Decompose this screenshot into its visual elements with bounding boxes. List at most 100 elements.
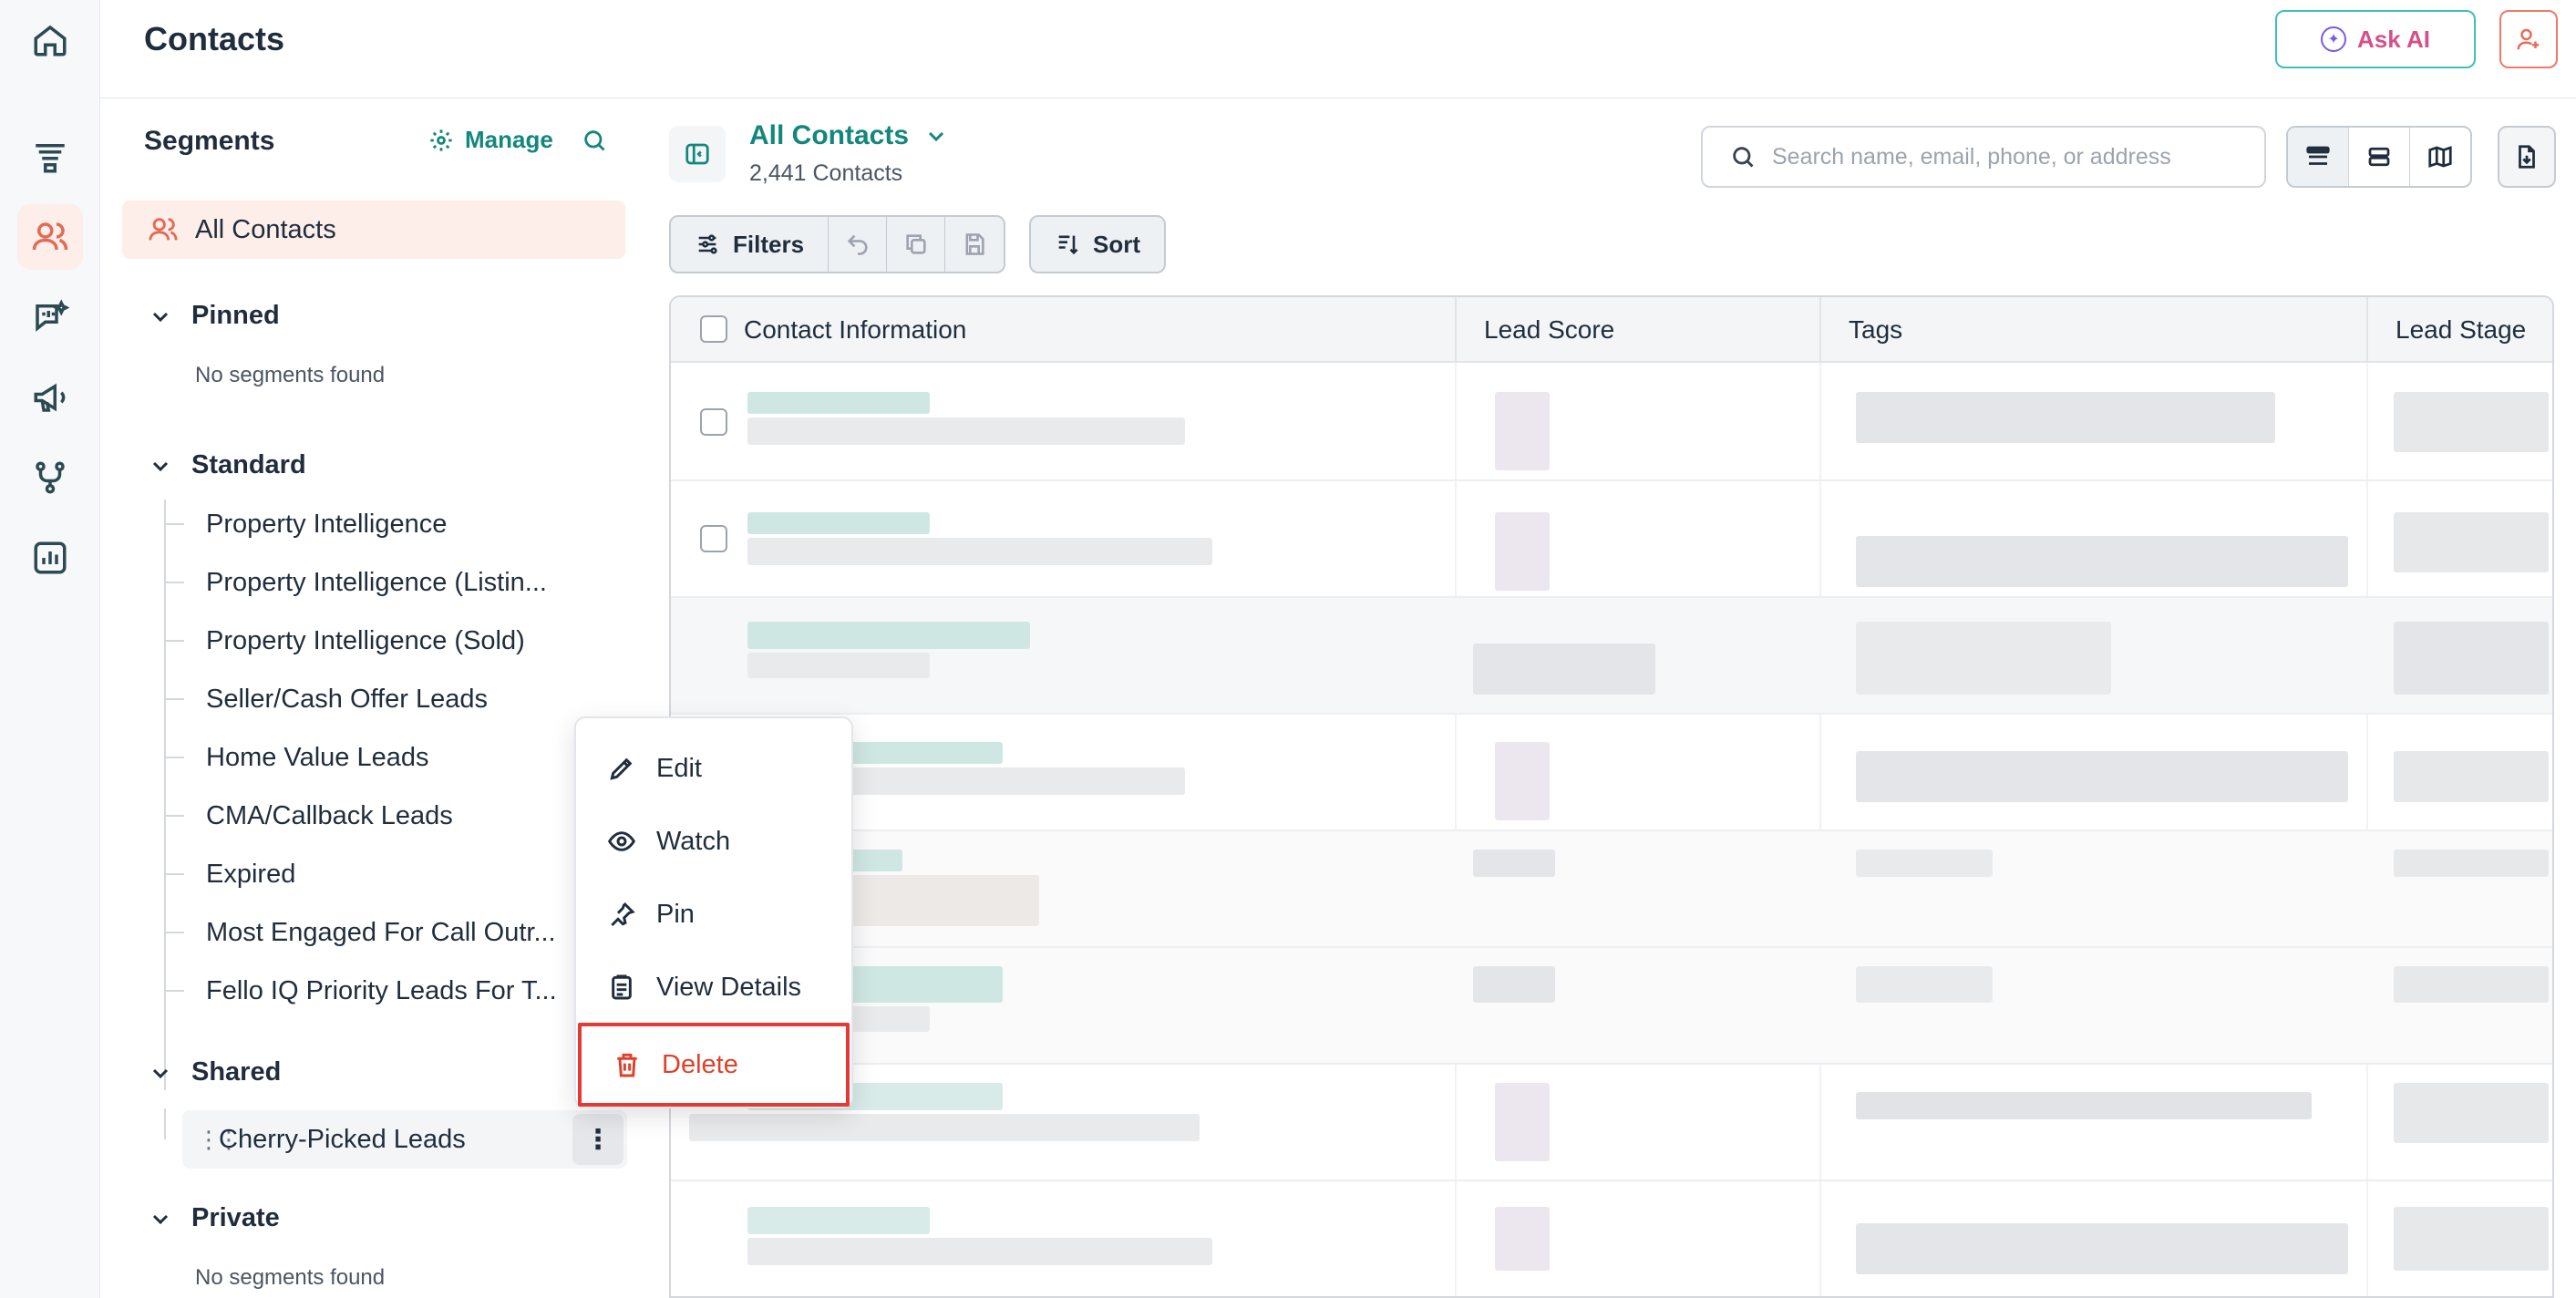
top-header: Contacts ✦ Ask AI [100,0,2576,98]
redacted-details [747,1238,1212,1265]
drag-handle-icon[interactable]: ⋮⋮ [197,1126,241,1154]
map-icon [2428,146,2452,168]
menu-item-delete[interactable]: Delete [578,1023,850,1107]
group-standard[interactable]: Standard [149,450,306,480]
app-root: Contacts ✦ Ask AI Segments Manage All Co… [0,0,2576,1298]
redacted-stage [2394,1083,2549,1143]
home-icon[interactable] [17,7,83,73]
user-plus-icon [2517,28,2540,50]
workflow-icon[interactable] [17,445,83,510]
funnel-icon[interactable] [17,124,83,190]
segment-label: Expired [206,859,296,889]
filters-button[interactable]: Filters [671,217,829,272]
redacted-stage [2394,966,2549,1003]
redacted-tags [1856,966,1993,1003]
menu-item-label: View Details [656,972,802,1002]
redacted-tags [1856,536,2348,587]
map-view-button[interactable] [2410,128,2470,186]
chevron-down-icon [928,131,944,142]
menu-item-edit[interactable]: Edit [576,733,851,804]
redacted-score [1495,392,1550,470]
row-checkbox[interactable] [700,525,727,552]
ai-chat-icon[interactable] [17,284,83,350]
search-input[interactable] [1772,143,2246,170]
redacted-details [747,653,930,678]
column-header-lead-score[interactable]: Lead Score [1455,297,1819,363]
segment-all-contacts[interactable]: All Contacts [122,201,625,259]
menu-item-watch[interactable]: Watch [576,806,851,877]
view-selector[interactable]: All Contacts [749,120,947,151]
sidebar-toggle-icon [685,143,709,165]
segment-label: All Contacts [195,214,336,244]
menu-item-label: Watch [656,826,731,856]
menu-item-pin[interactable]: Pin [576,879,851,950]
column-header-contact-info[interactable]: Contact Information [671,297,1455,363]
gear-icon [430,129,452,151]
table-row[interactable] [671,481,2552,598]
chevron-down-icon [152,1068,169,1078]
group-shared[interactable]: Shared [149,1057,281,1087]
contacts-main: All Contacts 2,441 Contacts Search name,… [656,98,2576,1298]
redacted-name [747,622,1030,649]
redacted-score [1473,644,1655,695]
table-row[interactable] [671,1181,2552,1296]
chevron-down-icon [152,1214,169,1224]
table-row[interactable] [671,948,2552,1065]
row-checkbox[interactable] [700,408,727,436]
column-header-lead-stage[interactable]: Lead Stage [2366,297,2552,363]
megaphone-icon[interactable] [17,365,83,430]
add-contact-button[interactable] [2499,10,2558,68]
redacted-score [1495,1083,1550,1161]
segment-item[interactable]: Property Intelligence [164,495,447,553]
segment-item[interactable]: CMA/Callback Leads [164,787,453,845]
menu-item-label: Pin [656,899,695,929]
export-button[interactable] [2498,126,2556,188]
table-row[interactable] [671,365,2552,481]
menu-item-label: Delete [662,1049,738,1079]
manage-label: Manage [465,126,553,153]
segment-item[interactable]: Expired [164,845,295,903]
table-toolbar: Filters Sort [669,215,1167,273]
table-row[interactable] [671,831,2552,948]
save-button[interactable] [945,217,1004,272]
collapse-panel-button[interactable] [669,126,726,182]
sparkle-icon: ✦ [2321,26,2347,52]
segment-item[interactable]: Fello IQ Priority Leads For T... [164,962,557,1020]
segment-item-cherry-picked[interactable]: ⋮⋮ Cherry-Picked Leads ⋮ [182,1110,627,1169]
table-row[interactable] [671,1065,2552,1181]
ask-ai-button[interactable]: ✦ Ask AI [2275,10,2476,68]
reports-icon[interactable] [17,525,83,591]
menu-item-label: Edit [656,753,702,783]
segment-item[interactable]: Most Engaged For Call Outr... [164,903,556,962]
empty-state-text: No segments found [195,363,386,387]
more-options-button[interactable]: ⋮ [572,1114,623,1165]
segment-item[interactable]: Property Intelligence (Listin... [164,553,547,612]
sort-label: Sort [1093,230,1141,258]
segment-item[interactable]: Home Value Leads [164,728,429,787]
group-pinned[interactable]: Pinned [149,301,280,331]
segment-label: Most Engaged For Call Outr... [206,917,556,947]
table-view-button[interactable] [2288,128,2349,186]
contacts-icon[interactable] [17,204,83,270]
menu-item-view-details[interactable]: View Details [576,952,851,1023]
duplicate-button[interactable] [887,217,946,272]
manage-button[interactable]: Manage [428,126,553,154]
segment-search-button[interactable] [582,128,607,158]
table-row[interactable] [671,715,2552,831]
list-view-button[interactable] [2349,128,2410,186]
sort-icon [1058,235,1078,255]
column-header-tags[interactable]: Tags [1819,297,2366,363]
group-private[interactable]: Private [149,1203,280,1233]
contacts-table: Contact Information Lead Score Tags Lead… [669,295,2554,1298]
segment-item[interactable]: Property Intelligence (Sold) [164,612,525,670]
redacted-tags [1856,1223,2348,1274]
icon-rail [0,0,100,1298]
undo-button[interactable] [829,217,888,272]
segment-item[interactable]: Seller/Cash Offer Leads [164,670,488,728]
sort-button[interactable]: Sort [1029,215,1167,273]
table-row[interactable] [671,598,2552,715]
contact-search[interactable] [1701,126,2266,188]
sliders-icon [698,234,717,254]
group-label: Standard [191,450,306,479]
redacted-score [1495,1207,1550,1271]
